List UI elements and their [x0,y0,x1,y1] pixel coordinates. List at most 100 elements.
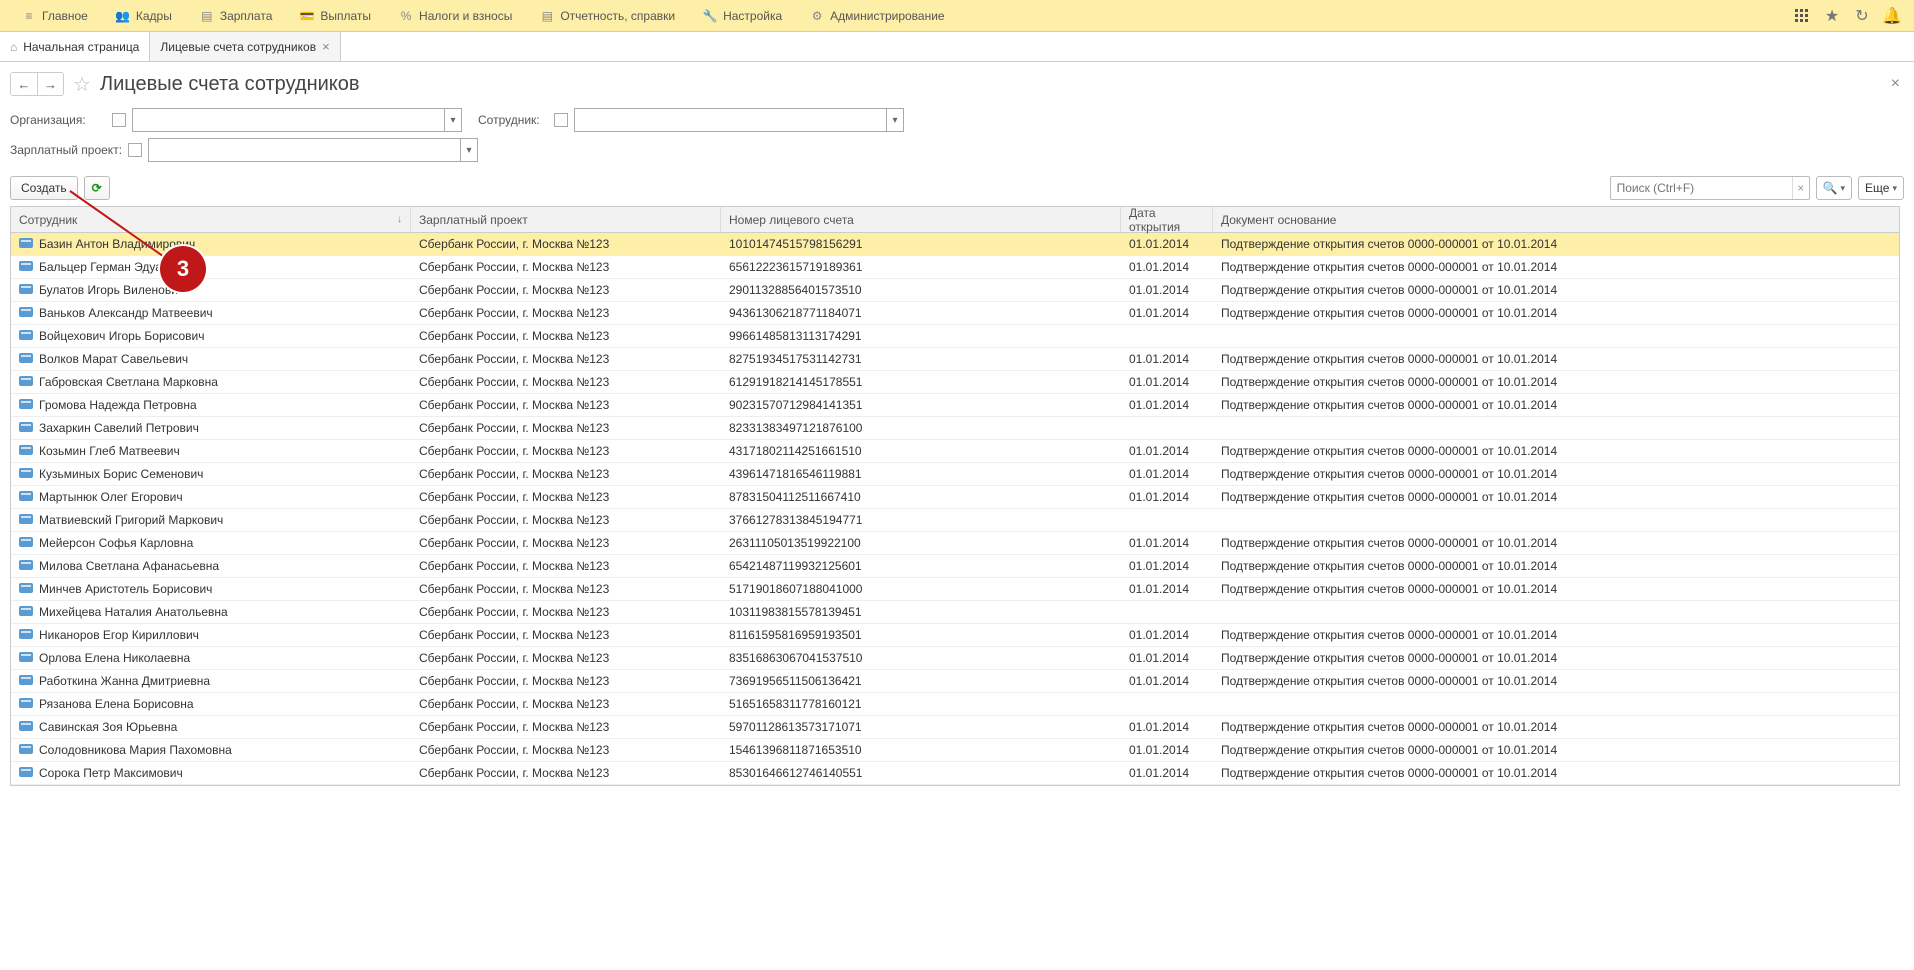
card-icon [19,238,33,248]
table-row[interactable]: Козьмин Глеб МатвеевичСбербанк России, г… [11,440,1899,463]
cell-project: Сбербанк России, г. Москва №123 [411,743,721,757]
search-input[interactable] [1611,181,1793,195]
find-button[interactable]: 🔍 ▾ [1816,176,1852,200]
cell-account: 73691956511506136421 [721,674,1121,688]
menu-reports[interactable]: ▤ Отчетность, справки [526,0,689,32]
top-menu-bar: ≡ Главное 👥 Кадры ▤ Зарплата 💳 Выплаты %… [0,0,1914,32]
org-combo[interactable]: ▾ [132,108,462,132]
menu-taxes[interactable]: % Налоги и взносы [385,0,526,32]
table-row[interactable]: Мартынюк Олег ЕгоровичСбербанк России, г… [11,486,1899,509]
table-row[interactable]: Базин Антон ВладимировичСбербанк России,… [11,233,1899,256]
search-box[interactable]: × [1610,176,1810,200]
menu-main[interactable]: ≡ Главное [8,0,102,32]
org-input[interactable] [133,109,444,131]
menu-personnel[interactable]: 👥 Кадры [102,0,186,32]
employee-combo[interactable]: ▾ [574,108,904,132]
cell-account: 10101474515798156291 [721,237,1121,251]
bell-icon[interactable]: 🔔 [1878,2,1906,30]
card-icon [19,629,33,639]
table-row[interactable]: Савинская Зоя ЮрьевнаСбербанк России, г.… [11,716,1899,739]
gear-icon: ⚙ [810,9,824,23]
nav-back-button[interactable]: ← [11,73,37,95]
table-row[interactable]: Бальцер Герман ЭдуардовичСбербанк России… [11,256,1899,279]
table-row[interactable]: Орлова Елена НиколаевнаСбербанк России, … [11,647,1899,670]
history-icon[interactable]: ↻ [1848,2,1876,30]
menu-salary[interactable]: ▤ Зарплата [186,0,287,32]
cell-account: 59701128613573171071 [721,720,1121,734]
col-employee-label: Сотрудник [19,213,77,227]
table-row[interactable]: Мейерсон Софья КарловнаСбербанк России, … [11,532,1899,555]
cell-project: Сбербанк России, г. Москва №123 [411,398,721,412]
col-project[interactable]: Зарплатный проект [411,207,721,232]
table-row[interactable]: Громова Надежда ПетровнаСбербанк России,… [11,394,1899,417]
card-icon [19,491,33,501]
cell-employee: Матвиевский Григорий Маркович [11,513,411,527]
nav-forward-button[interactable]: → [37,73,63,95]
employee-checkbox[interactable] [554,113,568,127]
employee-dropdown-icon[interactable]: ▾ [886,109,903,131]
tab-home[interactable]: ⌂ Начальная страница [0,32,150,61]
table-row[interactable]: Кузьминых Борис СеменовичСбербанк России… [11,463,1899,486]
apps-icon[interactable] [1788,2,1816,30]
cell-doc: Подтверждение открытия счетов 0000-00000… [1213,306,1899,320]
col-account[interactable]: Номер лицевого счета [721,207,1121,232]
page-close-button[interactable]: × [1887,75,1904,93]
menu-main-label: Главное [42,9,88,23]
table-row[interactable]: Никаноров Егор КирилловичСбербанк России… [11,624,1899,647]
table-row[interactable]: Волков Марат СавельевичСбербанк России, … [11,348,1899,371]
cell-project: Сбербанк России, г. Москва №123 [411,559,721,573]
filter-row-2: Зарплатный проект: ▾ [10,138,1904,162]
cell-date: 01.01.2014 [1121,536,1213,550]
project-input[interactable] [149,139,460,161]
col-date-label: Дата открытия [1129,206,1204,234]
employee-input[interactable] [575,109,886,131]
table-row[interactable]: Захаркин Савелий ПетровичСбербанк России… [11,417,1899,440]
card-icon [19,353,33,363]
table-row[interactable]: Матвиевский Григорий МарковичСбербанк Ро… [11,509,1899,532]
cell-date: 01.01.2014 [1121,674,1213,688]
table-row[interactable]: Михейцева Наталия АнатольевнаСбербанк Ро… [11,601,1899,624]
card-icon [19,422,33,432]
table-row[interactable]: Солодовникова Мария ПахомовнаСбербанк Ро… [11,739,1899,762]
table-row[interactable]: Сорока Петр МаксимовичСбербанк России, г… [11,762,1899,785]
cell-project: Сбербанк России, г. Москва №123 [411,421,721,435]
cell-date: 01.01.2014 [1121,743,1213,757]
tab-accounts[interactable]: Лицевые счета сотрудников × [150,32,340,61]
table-row[interactable]: Рязанова Елена БорисовнаСбербанк России,… [11,693,1899,716]
org-dropdown-icon[interactable]: ▾ [444,109,461,131]
search-clear-icon[interactable]: × [1792,177,1809,199]
col-doc[interactable]: Документ основание [1213,207,1899,232]
table-row[interactable]: Ваньков Александр МатвеевичСбербанк Росс… [11,302,1899,325]
project-dropdown-icon[interactable]: ▾ [460,139,477,161]
table-row[interactable]: Булатов Игорь ВиленовичСбербанк России, … [11,279,1899,302]
card-icon [19,744,33,754]
cell-account: 94361306218771184071 [721,306,1121,320]
org-checkbox[interactable] [112,113,126,127]
table-row[interactable]: Габровская Светлана МарковнаСбербанк Рос… [11,371,1899,394]
page-favorite-button[interactable]: ☆ [70,72,94,96]
more-button[interactable]: Еще ▾ [1858,176,1904,200]
refresh-button[interactable]: ⟳ [84,176,110,200]
cell-date: 01.01.2014 [1121,582,1213,596]
more-dd-icon: ▾ [1892,183,1897,194]
table-row[interactable]: Войцехович Игорь БорисовичСбербанк Росси… [11,325,1899,348]
project-checkbox[interactable] [128,143,142,157]
annotation-badge: 3 [160,246,206,292]
create-button[interactable]: Создать [10,176,78,200]
table-row[interactable]: Работкина Жанна ДмитриевнаСбербанк Росси… [11,670,1899,693]
menu-settings[interactable]: 🔧 Настройка [689,0,796,32]
col-employee[interactable]: Сотрудник ↓ [11,207,411,232]
tab-close-icon[interactable]: × [322,39,330,54]
cell-doc: Подтверждение открытия счетов 0000-00000… [1213,628,1899,642]
cell-doc: Подтверждение открытия счетов 0000-00000… [1213,743,1899,757]
menu-admin-label: Администрирование [830,9,944,23]
table-row[interactable]: Минчев Аристотель БорисовичСбербанк Росс… [11,578,1899,601]
table-row[interactable]: Милова Светлана АфанасьевнаСбербанк Росс… [11,555,1899,578]
favorite-icon[interactable]: ★ [1818,2,1846,30]
col-date[interactable]: Дата открытия [1121,207,1213,232]
cell-doc: Подтверждение открытия счетов 0000-00000… [1213,766,1899,780]
menu-admin[interactable]: ⚙ Администрирование [796,0,958,32]
project-combo[interactable]: ▾ [148,138,478,162]
menu-payments[interactable]: 💳 Выплаты [286,0,385,32]
cell-date: 01.01.2014 [1121,651,1213,665]
